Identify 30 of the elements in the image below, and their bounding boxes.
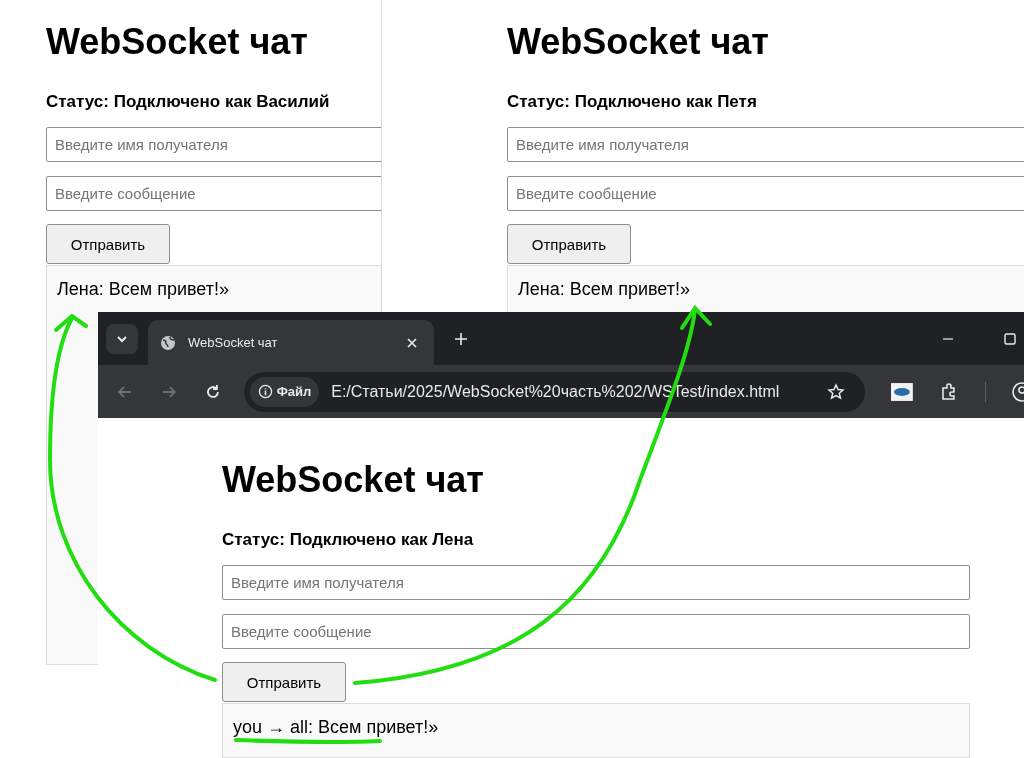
recipient-field[interactable]: Введите имя получателя [507, 127, 1024, 162]
chat-message: you → all: Всем привет!» [233, 716, 440, 738]
chat-message: Лена: Всем привет!» [518, 278, 691, 300]
page-heading: WebSocket чат [222, 458, 484, 502]
send-button[interactable]: Отправить [46, 224, 170, 264]
status-text: Статус: Подключено как Петя [507, 92, 757, 112]
message-field[interactable]: Введите сообщение [222, 614, 970, 649]
recipient-field[interactable]: Введите имя получателя [46, 127, 381, 162]
page-heading: WebSocket чат [507, 20, 769, 64]
profile-icon[interactable] [1012, 381, 1024, 402]
extension-icon[interactable] [891, 382, 914, 401]
browser-tab[interactable]: WebSocket чат [148, 320, 434, 365]
close-icon[interactable] [406, 336, 418, 349]
site-info-chip[interactable]: Файл [249, 376, 320, 407]
status-text: Статус: Подключено как Лена [222, 530, 474, 550]
message-field[interactable]: Введите сообщение [46, 176, 381, 211]
new-tab-icon[interactable] [454, 331, 468, 346]
page-heading: WebSocket чат [46, 20, 308, 64]
send-button[interactable]: Отправить [222, 662, 346, 702]
bookmark-star-icon[interactable] [827, 382, 846, 401]
maximize-icon[interactable] [1004, 332, 1016, 345]
tab-title: WebSocket чат [188, 335, 279, 350]
send-button[interactable]: Отправить [507, 224, 631, 264]
info-icon [257, 384, 273, 399]
tab-menu-button[interactable] [106, 323, 138, 354]
message-field[interactable]: Введите сообщение [507, 176, 1024, 211]
status-text: Статус: Подключено как Василий [46, 92, 330, 112]
chat-message: Лена: Всем привет!» [57, 278, 230, 300]
recipient-field[interactable]: Введите имя получателя [222, 565, 970, 600]
globe-icon [160, 334, 176, 351]
